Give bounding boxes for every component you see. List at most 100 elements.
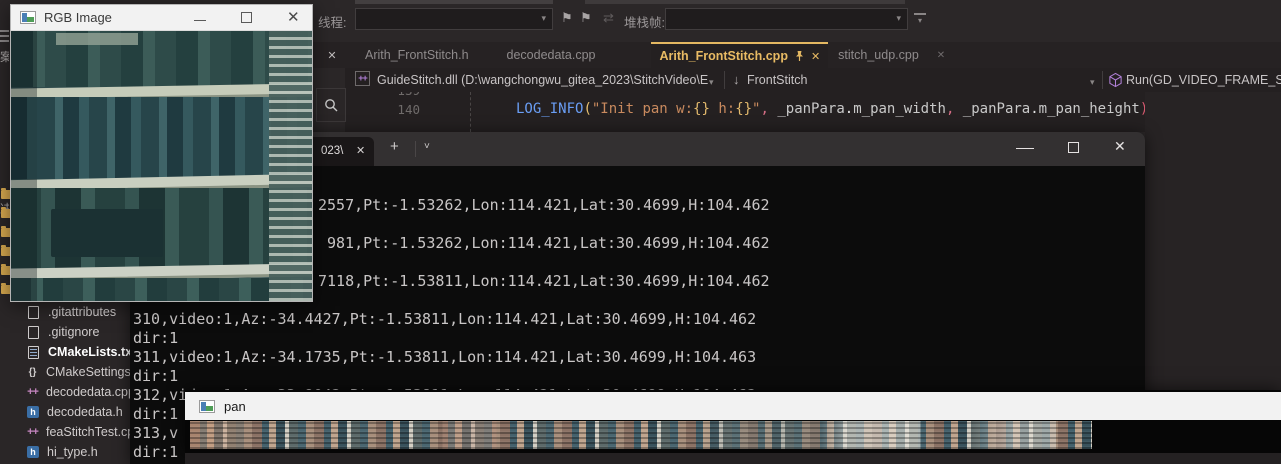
stackframe-dropdown[interactable]: ▾ — [665, 8, 908, 30]
cpp-file-icon: ++ — [26, 386, 39, 398]
flag-new-icon[interactable]: ⚑ — [580, 10, 592, 26]
code-token: {} — [735, 101, 752, 117]
close-tab-icon-dim[interactable]: ✕ — [937, 50, 945, 61]
tab-decodedata.cpp[interactable]: decodedata.cpp — [499, 42, 604, 68]
code-token: _panPara — [963, 101, 1030, 117]
code-token: {} — [693, 101, 710, 117]
tab-stitch_udp.cpp[interactable]: stitch_udp.cpp — [830, 42, 927, 68]
file-item-CMakeLists.txt[interactable]: CMakeLists.txt — [0, 342, 130, 362]
minimize-button[interactable] — [194, 12, 206, 21]
terminal-line: 7118,Pt:-1.53811,Lon:114.421,Lat:30.4699… — [318, 272, 770, 290]
image-icon — [20, 11, 36, 24]
tab-label: Arith_FrontStitch.h — [365, 48, 469, 62]
swap-threads-icon[interactable]: ⇄ — [603, 10, 614, 26]
file-name: CMakeSettings.jso — [46, 365, 130, 379]
code-token: _panPara — [777, 101, 844, 117]
bottom-strip — [185, 453, 1281, 464]
terminal-line: 310,video:1,Az:-34.4427,Pt:-1.53811,Lon:… — [133, 310, 756, 328]
chevron-down-icon: ▾ — [896, 13, 901, 24]
file-item-CMakeSettings.jso[interactable]: {} CMakeSettings.jso — [0, 362, 130, 382]
rgb-title-bar[interactable]: RGB Image ✕ — [11, 5, 312, 31]
code-line: LOG_INFO("Init pan w:{} h:{}", _panPara.… — [516, 101, 1157, 117]
minimize-button[interactable] — [1016, 138, 1034, 149]
pin-icon[interactable] — [794, 50, 805, 62]
top-fragment — [585, 0, 905, 4]
file-name: .gitignore — [48, 325, 99, 339]
close-button[interactable]: ✕ — [287, 8, 300, 26]
breadcrumb-run[interactable]: Run(GD_VIDEO_FRAME_S in — [1126, 73, 1281, 87]
pan-title-bar[interactable]: pan — [185, 392, 1281, 420]
file-name: decodedata.cpp — [46, 385, 130, 399]
code-token: "Init pan w: — [592, 101, 693, 117]
toolbar-overflow-button[interactable]: ▾ — [914, 13, 926, 25]
photo-detail — [11, 31, 37, 301]
editor-tab-bar: ✕ Arith_FrontStitch.hdecodedata.cppArith… — [313, 42, 1281, 68]
new-tab-button[interactable]: + — [390, 138, 399, 155]
file-item-decodedata.cpp[interactable]: ++ decodedata.cpp — [0, 382, 130, 402]
header-file-icon: h — [27, 446, 39, 458]
terminal-line: dir:1 — [133, 443, 178, 461]
file-list: .gitattributes.gitignoreCMakeLists.txt{}… — [0, 302, 130, 462]
rgb-photo — [11, 31, 312, 301]
chevron-down-icon[interactable]: ▾ — [709, 77, 714, 88]
file-item-hi_type.h[interactable]: hhi_type.h — [0, 442, 130, 462]
breadcrumb-scope[interactable]: FrontStitch — [747, 73, 807, 87]
breadcrumb-assembly[interactable]: GuideStitch.dll (D:\wangchongwu_gitea_20… — [377, 73, 708, 87]
close-tab-icon[interactable]: ✕ — [811, 50, 820, 63]
code-token: LOG_INFO — [516, 101, 583, 117]
close-button[interactable]: ✕ — [1114, 138, 1126, 155]
image-icon — [199, 400, 215, 413]
terminal-line: dir:1 — [133, 405, 178, 423]
rgb-window-title: RGB Image — [44, 10, 112, 25]
terminal-line: 981,Pt:-1.53262,Lon:114.421,Lat:30.4699,… — [327, 234, 770, 252]
search-widget[interactable] — [316, 88, 346, 122]
file-name: feaStitchTest.cpp — [46, 425, 130, 439]
top-fragment — [355, 0, 553, 4]
file-name: .gitattributes — [48, 305, 116, 319]
chevron-down-icon[interactable]: ˅ — [424, 141, 430, 152]
down-arrow-icon: ↓ — [733, 72, 740, 87]
code-editor[interactable]: 139 140 LOG_INFO("Init pan w:{} h:{}", _… — [345, 92, 1281, 132]
thread-dropdown[interactable]: ▾ — [355, 8, 553, 30]
divider — [415, 141, 416, 157]
thread-label: 线程: — [318, 12, 346, 31]
chevron-down-icon: ▾ — [541, 13, 546, 24]
close-group-button[interactable]: ✕ — [321, 45, 343, 65]
maximize-button[interactable] — [1068, 142, 1079, 153]
file-item-.gitattributes[interactable]: .gitattributes — [0, 302, 130, 322]
line-number: 139 — [370, 92, 420, 100]
text-doc-file-icon — [28, 346, 39, 359]
indent-guide — [470, 92, 471, 132]
terminal-line: 313,v — [133, 424, 178, 442]
tab-list: Arith_FrontStitch.h decodedata.cpp Arith_F… — [343, 42, 927, 68]
flag-icon[interactable]: ⚑ — [561, 10, 573, 26]
json-file-icon: {} — [26, 367, 39, 378]
stackframe-label: 堆栈帧: — [624, 12, 665, 31]
terminal-line: dir:1 — [133, 329, 178, 347]
close-icon[interactable]: ✕ — [356, 144, 365, 157]
photo-detail — [51, 209, 163, 257]
code-token: . — [1030, 101, 1038, 117]
file-file-icon — [28, 306, 39, 319]
file-item-.gitignore[interactable]: .gitignore — [0, 322, 130, 342]
header-file-icon: h — [27, 406, 39, 418]
rgb-image-window: RGB Image ✕ — [10, 4, 313, 302]
code-token: ( — [583, 101, 591, 117]
divider — [1102, 71, 1103, 89]
tab-Arith_FrontStitch.cpp[interactable]: Arith_FrontStitch.cpp✕ — [651, 42, 828, 68]
pan-window: pan — [185, 390, 1281, 453]
tab-Arith_FrontStitch.h[interactable]: Arith_FrontStitch.h — [357, 42, 477, 68]
cube-icon — [1108, 72, 1123, 88]
code-token: , — [760, 101, 777, 117]
line-number: 140 — [370, 100, 420, 119]
chevron-down-icon[interactable]: ▾ — [1090, 77, 1095, 88]
maximize-button[interactable] — [241, 12, 252, 23]
file-item-decodedata.h[interactable]: hdecodedata.h — [0, 402, 130, 422]
photo-detail — [11, 97, 312, 179]
code-token: m_pan_width — [853, 101, 946, 117]
code-token: m_pan_height — [1039, 101, 1140, 117]
ide-screen: 线程: ▾ ⚑ ⚑ ⇄ 堆栈帧: ▾ ▾ ✕ Arith_FrontStitch… — [0, 0, 1281, 464]
file-item-feaStitchTest.cpp[interactable]: ++feaStitchTest.cpp — [0, 422, 130, 442]
code-token: . — [845, 101, 853, 117]
photo-detail — [11, 278, 312, 301]
